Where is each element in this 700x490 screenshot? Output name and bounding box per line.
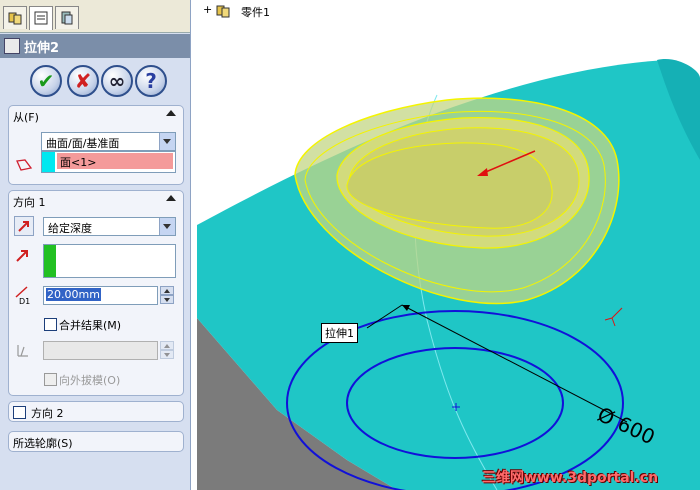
selected-contours-label: 所选轮廓(S) [13, 437, 73, 450]
help-question-icon: ? [145, 69, 157, 93]
draft-spinner [160, 341, 174, 360]
spin-up-icon[interactable] [160, 286, 174, 295]
direction1-group-header[interactable]: 方向 1 [9, 191, 183, 209]
direction2-checkbox[interactable] [13, 406, 26, 419]
feature-title: 拉伸2 [24, 41, 60, 56]
chevron-down-icon [159, 133, 175, 150]
direction-reference-list[interactable] [43, 244, 176, 278]
draft-angle-input [43, 341, 158, 360]
direction1-group: 方向 1 给定深度 D1 20.00mm 合并结果(M) 向外拔模(O) [8, 190, 184, 396]
spin-down-icon[interactable] [160, 295, 174, 304]
chevron-down-icon [159, 218, 175, 235]
ok-check-icon: ✔ [37, 69, 55, 93]
expand-plus-icon[interactable]: + [203, 3, 212, 16]
watermark-text: 三维网www.3dportal.cn [482, 470, 659, 486]
end-condition-value: 给定深度 [48, 222, 92, 235]
depth-input[interactable]: 20.00mm [43, 286, 158, 305]
direction-vector-icon [16, 250, 28, 262]
cancel-x-icon: ✘ [74, 69, 92, 93]
feature-callout-tag[interactable]: 拉伸1 [321, 323, 358, 343]
ok-button[interactable]: ✔ [30, 65, 62, 97]
depth-value: 20.00mm [46, 288, 101, 301]
collapse-arrow-icon [166, 110, 176, 116]
from-selection-list[interactable]: 面<1> [41, 151, 176, 173]
svg-text:D1: D1 [19, 297, 30, 305]
face-selection-icon [16, 159, 33, 171]
preview-glasses-icon: ∞ [108, 69, 126, 93]
preview-button[interactable]: ∞ [101, 65, 133, 97]
help-button[interactable]: ? [135, 65, 167, 97]
from-start-select[interactable]: 曲面/面/基准面 [41, 132, 176, 151]
direction2-label: 方向 2 [31, 407, 64, 420]
direction1-group-label: 方向 1 [13, 196, 46, 209]
direction-color-swatch [44, 245, 56, 277]
depth-dimension-icon: D1 [15, 286, 30, 305]
depth-spinner[interactable] [160, 286, 174, 305]
draft-icon [17, 345, 28, 357]
merge-result-checkbox[interactable] [44, 318, 57, 331]
from-group-header[interactable]: 从(F) [9, 106, 183, 124]
from-group-label: 从(F) [13, 111, 39, 124]
draft-outward-checkbox [44, 373, 57, 386]
end-condition-select[interactable]: 给定深度 [43, 217, 176, 236]
tab-property-manager[interactable] [29, 6, 53, 30]
feature-tree-icon [8, 12, 22, 25]
feature-title-bar: 拉伸2 [0, 34, 190, 58]
reverse-direction-icon [18, 221, 29, 232]
cancel-button[interactable]: ✘ [67, 65, 99, 97]
part-icon [216, 5, 230, 18]
action-buttons: ✔ ✘ ∞ ? [0, 60, 190, 100]
tab-configuration[interactable] [55, 6, 79, 29]
configuration-icon [61, 11, 73, 25]
manager-tabs [0, 0, 190, 33]
selected-face-item[interactable]: 面<1> [57, 153, 173, 169]
reverse-direction-button[interactable] [14, 216, 34, 236]
selection-color-swatch [42, 152, 55, 172]
selected-face-label: 面<1> [60, 156, 97, 169]
direction2-group[interactable]: 方向 2 [8, 401, 184, 422]
property-manager-panel: 拉伸2 ✔ ✘ ∞ ? 从(F) 曲面/面/基准面 面<1> 方向 1 给定深度… [0, 0, 191, 490]
draft-outward-label: 向外拔模(O) [59, 374, 121, 387]
graphics-viewport[interactable]: + 零件1 拉伸1 Ø 600 三维网www.3dportal.cn [197, 0, 700, 490]
merge-result-label: 合并结果(M) [59, 319, 122, 332]
selected-contours-group[interactable]: 所选轮廓(S) [8, 431, 184, 452]
from-group: 从(F) 曲面/面/基准面 面<1> [8, 105, 184, 185]
extrude-feature-icon [4, 38, 20, 54]
part-name: 零件1 [241, 6, 270, 19]
tab-feature-tree[interactable] [3, 6, 27, 29]
spin-up-icon [160, 341, 174, 350]
spin-down-icon [160, 350, 174, 359]
from-start-value: 曲面/面/基准面 [46, 137, 120, 150]
collapse-arrow-icon [166, 195, 176, 201]
property-manager-icon [34, 11, 48, 25]
